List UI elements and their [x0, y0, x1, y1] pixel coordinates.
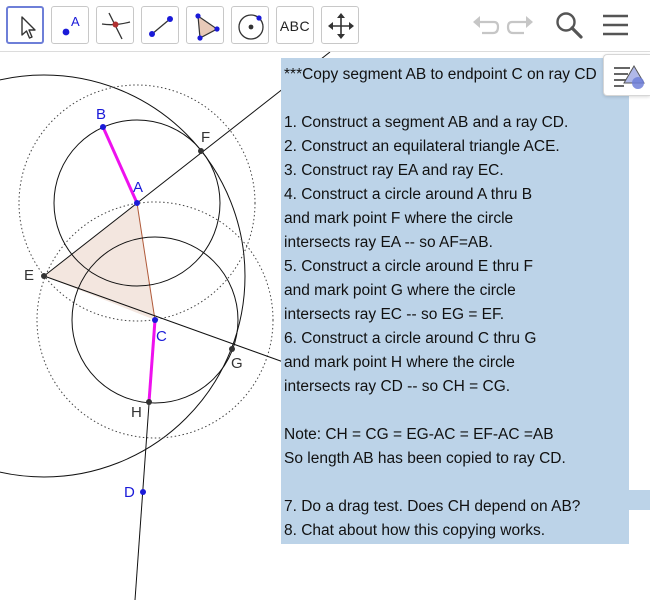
redo-icon: [506, 16, 533, 35]
note-line: 1. Construct a segment AB and a ray CD.: [284, 114, 569, 131]
polygon-icon: [195, 13, 220, 41]
note-line: Note: CH = CG = EG-AC = EF-AC =AB: [284, 426, 554, 443]
polygon-tool-button[interactable]: [186, 6, 224, 44]
segment-tool-button[interactable]: [141, 6, 179, 44]
label-f: F: [201, 129, 211, 146]
note-line: intersects ray EA -- so AF=AB.: [284, 234, 493, 251]
label-g: G: [231, 355, 243, 372]
note-line: 5. Construct a circle around E thru F: [284, 258, 533, 275]
point-c[interactable]: [152, 317, 158, 323]
label-c: C: [156, 328, 167, 345]
point-b[interactable]: [100, 124, 106, 130]
undo-icon: [473, 16, 500, 35]
point-h[interactable]: [146, 399, 152, 405]
note-line: 4. Construct a circle around A thru B: [284, 186, 533, 203]
circle-tool-button[interactable]: [231, 6, 269, 44]
point-g[interactable]: [229, 346, 235, 352]
note-line: So length AB has been copied to ray CD.: [284, 450, 566, 467]
point-d[interactable]: [140, 489, 146, 495]
note-line: [284, 471, 629, 495]
intersect-icon: [101, 12, 131, 40]
style-bar-toggle-button[interactable]: [603, 54, 650, 96]
note-line: 6. Construct a circle around C thru G: [284, 330, 537, 347]
note-line: 7. Do a drag test. Does CH depend on AB?: [284, 498, 581, 515]
triangle-ace[interactable]: [44, 203, 155, 320]
note-line: 8. Chat about how this copying works.: [284, 522, 546, 539]
point-a[interactable]: [134, 200, 140, 206]
note-line: 3. Construct ray EA and ray EC.: [284, 162, 504, 179]
cursor-arrow-icon: [21, 16, 36, 39]
point-f[interactable]: [198, 148, 204, 154]
label-a: A: [133, 179, 144, 196]
menu-button[interactable]: [599, 8, 633, 42]
move-arrows-icon: [328, 13, 354, 39]
point-icon: A: [62, 14, 80, 36]
style-bar-icon: [614, 65, 645, 89]
label-e: E: [24, 267, 35, 284]
undo-button[interactable]: [468, 8, 502, 42]
label-d: D: [124, 484, 135, 501]
textbox-overflow-strip: [629, 490, 650, 510]
ray-ec[interactable]: [43, 275, 301, 369]
note-line: 2. Construct an equilateral triangle ACE…: [284, 138, 560, 155]
segment-ch[interactable]: [147, 319, 157, 403]
note-line: [284, 399, 629, 423]
intersect-tool-button[interactable]: [96, 6, 134, 44]
note-line: [284, 87, 629, 111]
text-icon: ABC: [279, 18, 311, 34]
point-e[interactable]: [41, 273, 47, 279]
note-line: intersects ray CD -- so CH = CG.: [284, 378, 511, 395]
segment-icon: [149, 16, 173, 37]
note-line: and mark point F where the circle: [284, 210, 514, 227]
circle-center-point-icon: [238, 14, 264, 40]
note-line: and mark point G where the circle: [284, 282, 516, 299]
redo-button[interactable]: [504, 8, 538, 42]
toolbar: A ABC: [0, 0, 650, 52]
move-view-tool-button[interactable]: [321, 6, 359, 44]
note-line: intersects ray EC -- so EG = EF.: [284, 306, 505, 323]
point-tool-button[interactable]: A: [51, 6, 89, 44]
point-tool-label: A: [71, 14, 80, 29]
menu-icon: [603, 14, 628, 36]
move-tool-button[interactable]: [6, 6, 44, 44]
search-icon: [556, 12, 583, 39]
label-b: B: [96, 106, 107, 123]
note-line: and mark point H where the circle: [284, 354, 515, 371]
note-line: ***Copy segment AB to endpoint C on ray …: [284, 66, 597, 83]
instruction-textbox[interactable]: ***Copy segment AB to endpoint C on ray …: [281, 58, 629, 544]
label-h: H: [131, 404, 142, 421]
segment-ab[interactable]: [101, 126, 139, 204]
text-tool-button[interactable]: ABC: [276, 6, 314, 44]
search-button[interactable]: [552, 8, 586, 42]
